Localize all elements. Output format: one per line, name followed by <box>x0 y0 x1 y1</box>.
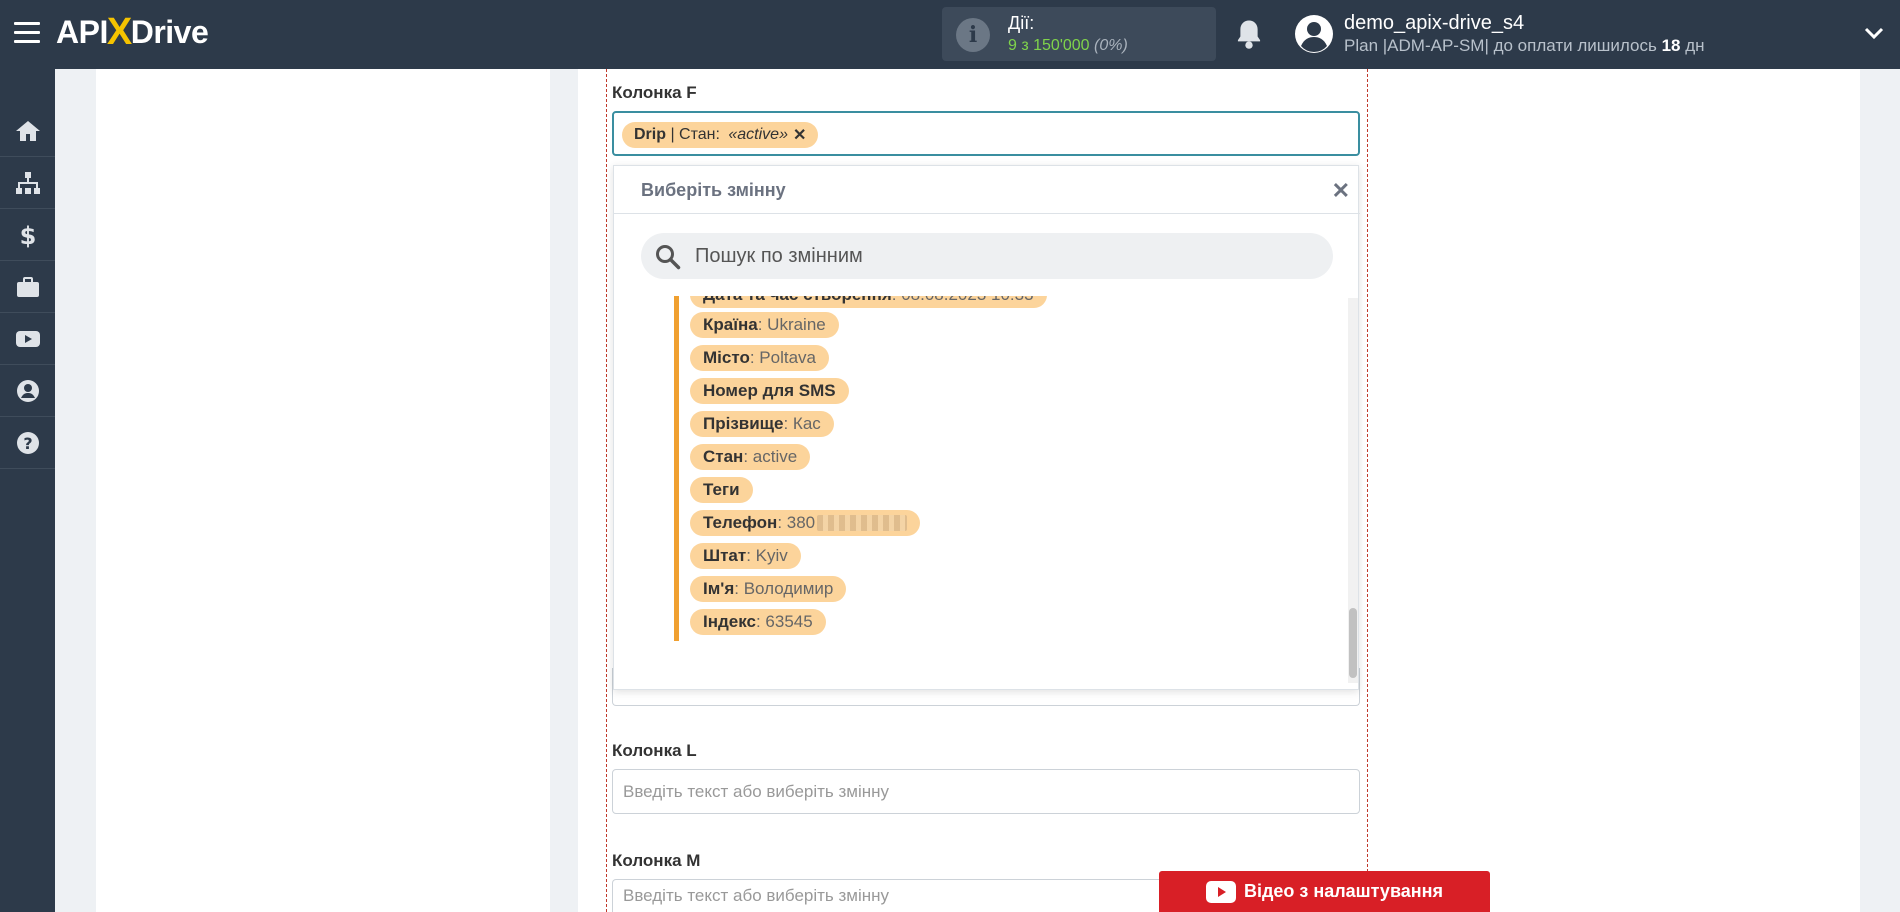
video-button-label: Відео з налаштування <box>1243 881 1444 901</box>
sitemap-icon <box>15 171 40 194</box>
plan-text: Plan |ADM-AP-SM| до оплати лишилось <box>1344 36 1657 55</box>
variable-key: Місто <box>703 348 750 367</box>
variable-key: Країна <box>703 315 758 334</box>
svg-text:?: ? <box>23 434 32 453</box>
plan-info: Plan |ADM-AP-SM| до оплати лишилось 18 д… <box>1344 36 1705 56</box>
sidebar-item-help[interactable]: ? <box>0 417 55 469</box>
pane-divider <box>550 69 578 912</box>
search-icon <box>656 245 681 270</box>
variable-key: Штат <box>703 546 747 565</box>
bell-icon[interactable] <box>1234 18 1264 50</box>
sidebar-item-account[interactable] <box>0 365 55 417</box>
logo-x-text: X <box>106 10 132 53</box>
logo[interactable]: API X Drive <box>56 10 209 53</box>
variable-value: : 08.08.2023 10:33 <box>892 296 1034 305</box>
scrollbar-thumb[interactable] <box>1349 608 1357 678</box>
svg-text:$: $ <box>19 222 36 248</box>
home-icon <box>15 120 40 141</box>
variable-item[interactable]: Індекс: 63545 <box>690 609 826 635</box>
column-l-input[interactable]: Введіть текст або виберіть змінну <box>612 769 1360 814</box>
briefcase-icon <box>16 276 39 297</box>
top-bar: API X Drive i Дії: 9 з 150'000 (0%) demo_a… <box>0 0 1900 69</box>
actions-count: 9 з 150'000 <box>1008 37 1090 54</box>
variable-item[interactable]: Країна: Ukraine <box>690 312 839 338</box>
sidebar-item-billing[interactable]: $ <box>0 209 55 261</box>
chip-source: Drip <box>634 126 666 143</box>
variable-key: Індекс <box>703 612 756 631</box>
variable-key: Номер для SMS <box>703 381 836 400</box>
variable-key: Прізвище <box>703 414 784 433</box>
chip-value: «active» <box>728 126 788 143</box>
column-m-label: Колонка M <box>612 851 701 870</box>
variable-item[interactable]: Прізвище: Кас <box>690 411 834 437</box>
youtube-icon <box>1205 880 1236 903</box>
sidebar-item-structure[interactable] <box>0 157 55 209</box>
variable-value: : active <box>743 447 798 466</box>
column-l-label: Колонка L <box>612 741 697 760</box>
remove-chip-icon[interactable]: ✕ <box>793 125 806 145</box>
sidebar-item-video[interactable] <box>0 313 55 365</box>
variable-value: : Poltava <box>749 348 816 367</box>
youtube-icon <box>15 330 40 347</box>
chevron-down-icon[interactable] <box>1864 26 1884 40</box>
variable-item[interactable]: Дата та час створення: 08.08.2023 10:33 <box>690 296 1047 308</box>
variable-key: Теги <box>703 480 740 499</box>
actions-counter: i Дії: 9 з 150'000 (0%) <box>942 7 1216 61</box>
username[interactable]: demo_apix-drive_s4 <box>1344 12 1524 35</box>
variable-search[interactable] <box>641 233 1333 279</box>
actions-percent: (0%) <box>1094 37 1128 54</box>
help-icon: ? <box>16 431 39 454</box>
variable-value: : Кас <box>783 414 821 433</box>
info-icon: i <box>956 18 990 52</box>
menu-icon[interactable] <box>14 22 40 44</box>
search-input[interactable] <box>695 239 1315 273</box>
variable-key: Ім'я <box>703 579 735 598</box>
actions-label: Дії: <box>1008 13 1035 33</box>
variable-item[interactable]: Теги <box>690 477 753 503</box>
video-tutorial-button[interactable]: Відео з налаштування <box>1159 871 1490 912</box>
plan-days-unit: дн <box>1685 36 1705 55</box>
variable-key: Телефон <box>703 513 778 532</box>
variable-value: : 63545 <box>755 612 813 631</box>
logo-api-text: API <box>56 13 108 50</box>
selected-variable-chip[interactable]: Drip | Стан: «active» ✕ <box>622 122 819 148</box>
sidebar: $ ? <box>0 69 55 912</box>
column-f-label: Колонка F <box>612 83 697 102</box>
avatar-icon[interactable] <box>1294 14 1334 54</box>
variable-item[interactable]: Місто: Poltava <box>690 345 829 371</box>
dropdown-title: Виберіть змінну <box>641 180 786 200</box>
dropdown-scrollbar[interactable] <box>1348 298 1358 683</box>
redacted-phone <box>817 515 908 531</box>
variable-item[interactable]: Номер для SMS <box>690 378 849 404</box>
sidebar-item-briefcase[interactable] <box>0 261 55 313</box>
sidebar-item-home[interactable] <box>0 105 55 157</box>
column-f-input[interactable]: Drip | Стан: «active» ✕ <box>612 111 1360 156</box>
close-icon[interactable]: ✕ <box>1332 178 1350 204</box>
chip-field: | Стан: <box>666 126 725 143</box>
variable-key: Стан <box>703 447 744 466</box>
variable-value: : Kyiv <box>746 546 788 565</box>
variable-value: : Ukraine <box>757 315 826 334</box>
variable-value: : Володимир <box>734 579 834 598</box>
variable-list: Дата та час створення: 08.08.2023 10:33 … <box>614 296 1344 676</box>
dropdown-header: Виберіть змінну ✕ <box>614 166 1360 214</box>
actions-value: 9 з 150'000 (0%) <box>1008 37 1128 55</box>
variable-item[interactable]: Ім'я: Володимир <box>690 576 847 602</box>
dollar-icon: $ <box>19 222 36 248</box>
variable-item[interactable]: Штат: Kyiv <box>690 543 801 569</box>
variable-key: Дата та час створення <box>703 296 892 305</box>
variable-item[interactable]: Телефон: 380 <box>690 510 921 536</box>
group-accent-bar <box>674 296 679 641</box>
user-circle-icon <box>16 379 39 402</box>
logo-drive-text: Drive <box>130 13 209 50</box>
variable-value: : 380 <box>777 513 816 532</box>
variable-item[interactable]: Стан: active <box>690 444 811 470</box>
plan-days: 18 <box>1661 36 1681 55</box>
variable-picker-dropdown: Виберіть змінну ✕ Дата та час створення:… <box>613 165 1360 690</box>
